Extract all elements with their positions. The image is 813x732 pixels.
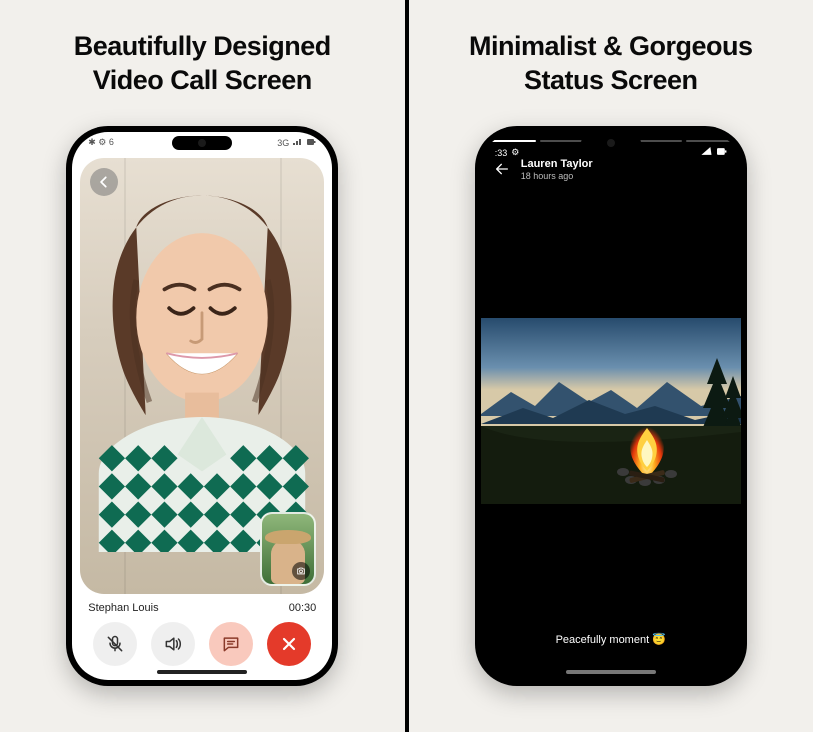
back-button[interactable] bbox=[90, 168, 118, 196]
remote-video[interactable] bbox=[80, 158, 324, 594]
headline-line1: Beautifully Designed bbox=[74, 30, 331, 64]
network-label: 3G bbox=[277, 138, 289, 148]
story-media[interactable] bbox=[481, 318, 741, 504]
home-indicator[interactable] bbox=[157, 670, 247, 674]
statusbar-right: 3G bbox=[277, 138, 316, 148]
speaker-button[interactable] bbox=[151, 622, 195, 666]
mute-button[interactable] bbox=[93, 622, 137, 666]
chat-icon bbox=[221, 634, 241, 654]
story-caption: Peacefully moment 😇 bbox=[481, 633, 741, 646]
caller-name: Stephan Louis bbox=[88, 602, 158, 614]
switch-camera-button[interactable] bbox=[292, 562, 310, 580]
close-icon bbox=[279, 634, 299, 654]
right-headline: Minimalist & Gorgeous Status Screen bbox=[469, 30, 753, 98]
signal-icon bbox=[293, 138, 303, 148]
clock: :33 bbox=[495, 148, 508, 158]
home-indicator[interactable] bbox=[566, 670, 656, 674]
status-screen: :33 ⚙ Lauren Taylor bbox=[481, 132, 741, 680]
camera-notch bbox=[581, 136, 641, 150]
mic-off-icon bbox=[105, 634, 125, 654]
headline-line2: Status Screen bbox=[469, 64, 753, 98]
story-author-block[interactable]: Lauren Taylor 18 hours ago bbox=[521, 158, 593, 181]
remote-caller-illustration bbox=[80, 158, 324, 552]
call-duration: 00:30 bbox=[289, 602, 317, 614]
statusbar-right bbox=[701, 147, 727, 158]
battery-icon bbox=[307, 138, 316, 148]
statusbar-left: :33 ⚙ bbox=[495, 147, 520, 158]
chevron-left-icon bbox=[97, 175, 111, 189]
battery-icon bbox=[717, 147, 727, 158]
signal-icon bbox=[701, 147, 713, 158]
phone-mockup-videocall: ✱ ⚙ 6 3G bbox=[66, 126, 338, 686]
left-headline: Beautifully Designed Video Call Screen bbox=[74, 30, 331, 98]
story-author: Lauren Taylor bbox=[521, 158, 593, 170]
camera-notch bbox=[172, 136, 232, 150]
headline-line1: Minimalist & Gorgeous bbox=[469, 30, 753, 64]
arrow-left-icon bbox=[494, 161, 510, 177]
camera-icon bbox=[296, 566, 306, 576]
headline-line2: Video Call Screen bbox=[74, 64, 331, 98]
phone-mockup-status: :33 ⚙ Lauren Taylor bbox=[475, 126, 747, 686]
chat-button[interactable] bbox=[209, 622, 253, 666]
end-call-button[interactable] bbox=[267, 622, 311, 666]
self-view-pip[interactable] bbox=[260, 512, 316, 586]
right-panel: Minimalist & Gorgeous Status Screen :33 … bbox=[409, 0, 813, 732]
call-meta-row: Stephan Louis 00:30 bbox=[72, 594, 332, 618]
statusbar-left: ✱ ⚙ 6 bbox=[88, 137, 114, 148]
left-panel: Beautifully Designed Video Call Screen ✱… bbox=[0, 0, 405, 732]
campfire-scene bbox=[481, 318, 741, 504]
story-back-button[interactable] bbox=[493, 160, 511, 178]
story-header: Lauren Taylor 18 hours ago bbox=[493, 158, 593, 181]
story-posted-time: 18 hours ago bbox=[521, 171, 593, 181]
videocall-screen: ✱ ⚙ 6 3G bbox=[72, 132, 332, 680]
speaker-icon bbox=[163, 634, 183, 654]
gear-icon: ⚙ bbox=[511, 147, 519, 158]
